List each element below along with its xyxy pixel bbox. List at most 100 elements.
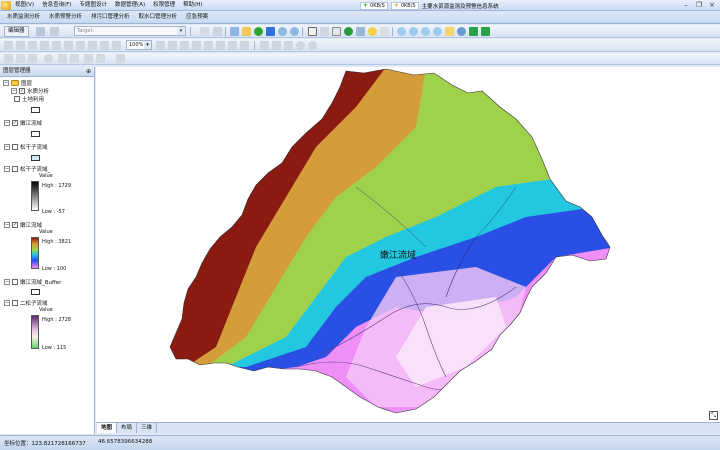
fixed-zoom-out-icon[interactable] [433, 27, 442, 36]
layer-item-nenjiang[interactable]: − 嫩江流域 [4, 119, 42, 127]
full-extent-icon[interactable] [457, 27, 466, 36]
zoom-out-icon[interactable] [409, 27, 418, 36]
layout-zoom-out-icon[interactable] [168, 41, 177, 50]
back-extent-icon[interactable] [469, 27, 478, 36]
collapse-icon[interactable]: − [4, 279, 10, 285]
app-logo-icon[interactable] [1, 1, 11, 10]
new-map-icon[interactable] [308, 27, 317, 36]
layer-item-nenjiang-dem[interactable]: − 嫩江流域 [4, 221, 42, 229]
nav-back-icon[interactable] [4, 54, 13, 63]
buffer-draw-icon[interactable] [308, 41, 317, 50]
curve-icon[interactable] [76, 41, 85, 50]
restore-icon[interactable]: ❐ [693, 1, 705, 10]
identify-icon[interactable] [344, 27, 353, 36]
circle-draw-icon[interactable] [296, 41, 305, 50]
tab-map[interactable]: 地图 [97, 423, 118, 433]
align-center-icon[interactable] [216, 41, 225, 50]
circle-icon[interactable] [52, 41, 61, 50]
menu-item-permission[interactable]: 权限管理 [152, 1, 176, 10]
layer-item-songgan[interactable]: − 松干子流域 [4, 143, 48, 151]
tab-water-quality-warning[interactable]: 水质预警分析 [45, 11, 86, 23]
layer-item-songgan-raster[interactable]: − 松干子流域_ [4, 165, 50, 173]
edit-tool-icon[interactable] [36, 27, 45, 36]
tree-root[interactable]: − 图层 [3, 79, 32, 87]
add-data-icon[interactable] [254, 27, 263, 36]
nav-up-icon[interactable] [28, 54, 37, 63]
tab-3d[interactable]: 三维 [137, 423, 158, 433]
full-screen-icon[interactable]: ⤡ [709, 411, 718, 420]
layer-checkbox[interactable] [12, 120, 18, 126]
target-select[interactable]: Target: ▾ [74, 26, 186, 36]
tab-intake-management[interactable]: 取水口管理分析 [135, 11, 182, 23]
collapse-icon[interactable]: − [4, 300, 10, 306]
menu-item-view[interactable]: 视图(V) [14, 1, 35, 10]
copy-icon[interactable] [84, 54, 93, 63]
select-arrow-icon[interactable] [320, 27, 329, 36]
layer-checkbox[interactable] [14, 96, 20, 102]
open-folder-icon[interactable] [242, 27, 251, 36]
distribute-icon[interactable] [240, 41, 249, 50]
close-icon[interactable]: × [706, 1, 718, 10]
attributes-icon[interactable] [213, 27, 222, 36]
tab-outfall-management[interactable]: 排污口管理分析 [87, 11, 134, 23]
collapse-icon[interactable]: − [4, 166, 10, 172]
marker-icon[interactable] [100, 41, 109, 50]
hyperlink-icon[interactable] [368, 27, 377, 36]
pointer-icon[interactable] [260, 41, 269, 50]
undo-icon[interactable] [278, 27, 287, 36]
tab-emergency-plan[interactable]: 应急预案 [182, 11, 212, 23]
zoom-in-icon[interactable] [397, 27, 406, 36]
layer-group-water[interactable]: − 水质分析 [11, 87, 49, 95]
text-tool-icon[interactable] [192, 41, 201, 50]
layer-item-ersong[interactable]: − 二松子流域 [4, 299, 48, 307]
draw-select-icon[interactable] [4, 41, 13, 50]
editor-menu-button[interactable]: 编辑器 [4, 26, 29, 37]
rectangle-icon[interactable] [16, 41, 25, 50]
paste-icon[interactable] [96, 54, 105, 63]
collapse-icon[interactable]: − [11, 88, 17, 94]
layer-checkbox[interactable] [12, 166, 18, 172]
layer-checkbox[interactable] [19, 88, 25, 94]
nav-right-icon[interactable] [70, 54, 79, 63]
nav-left-icon[interactable] [58, 54, 67, 63]
tab-water-quality-monitoring[interactable]: 水质监测分析 [3, 11, 44, 23]
new-document-icon[interactable] [230, 27, 239, 36]
ellipse-icon[interactable] [64, 41, 73, 50]
align-right-icon[interactable] [228, 41, 237, 50]
nav-forward-icon[interactable] [16, 54, 25, 63]
layer-checkbox[interactable] [12, 144, 18, 150]
map-view[interactable]: 嫩江流域 ⤡ [96, 67, 720, 422]
minimize-icon[interactable]: – [680, 1, 692, 10]
menu-item-query[interactable]: 信息查询(F) [41, 1, 72, 10]
layer-checkbox[interactable] [12, 222, 18, 228]
redo-icon[interactable] [290, 27, 299, 36]
rotate-icon[interactable] [284, 41, 293, 50]
pencil-icon[interactable] [50, 27, 59, 36]
menu-item-help[interactable]: 帮助(H) [182, 1, 203, 10]
menu-item-data[interactable]: 数据管理(A) [114, 1, 146, 10]
collapse-icon[interactable]: − [4, 120, 10, 126]
polyline-icon[interactable] [28, 41, 37, 50]
layer-item-landuse[interactable]: 土地利用 [14, 95, 44, 103]
collapse-icon[interactable]: − [4, 222, 10, 228]
node-edit-icon[interactable] [272, 41, 281, 50]
find-icon[interactable] [380, 27, 389, 36]
erase-icon[interactable] [112, 41, 121, 50]
menu-item-thematic[interactable]: 专题图设计 [79, 1, 109, 10]
collapse-icon[interactable]: − [3, 80, 9, 86]
pan-hand-icon[interactable] [445, 27, 454, 36]
fixed-zoom-in-icon[interactable] [421, 27, 430, 36]
layer-item-buffer[interactable]: − 嫩江流域_Buffer [4, 278, 61, 286]
magnify-icon[interactable] [44, 54, 53, 63]
layout-zoom-in-icon[interactable] [156, 41, 165, 50]
align-left-icon[interactable] [204, 41, 213, 50]
scale-select[interactable]: 100% ▾ [126, 40, 152, 50]
whole-page-icon[interactable] [180, 41, 189, 50]
tab-layout[interactable]: 布局 [117, 423, 138, 433]
polygon-icon[interactable] [40, 41, 49, 50]
freehand-icon[interactable] [88, 41, 97, 50]
sketch-icon[interactable] [200, 27, 209, 36]
forward-extent-icon[interactable] [481, 27, 490, 36]
layer-checkbox[interactable] [12, 300, 18, 306]
collapse-icon[interactable]: − [4, 144, 10, 150]
